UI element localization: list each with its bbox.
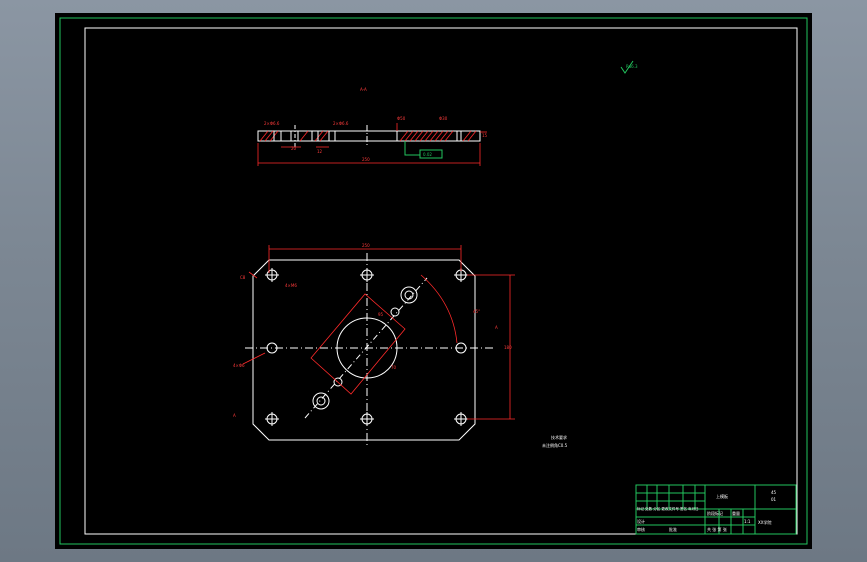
angle-dim: 45° [473, 309, 480, 314]
plan-width-dim: 250 [362, 243, 370, 248]
section-dim-c: Φ50 [397, 116, 406, 121]
tb-sheet: 共 张 第 张 [707, 526, 727, 532]
cad-drawing: Ra6.3 A-A 250 2×Φ6.6 2×Φ6.6 20 12 Φ50 Φ3… [59, 17, 808, 545]
outer-frame [59, 17, 808, 545]
plan-dimensions: 250 180 C8 4×M6 4×Φ6 95 70 45° A A [233, 243, 515, 420]
note-left-mid: 4×Φ6 [233, 363, 245, 368]
tolerance-text: 0.02 [423, 152, 432, 157]
diag-dim-2: 70 [391, 365, 397, 370]
section-hole-note-mid: 2×Φ6.6 [333, 121, 349, 126]
tb-check: 审核 [637, 526, 645, 532]
plan-height-dim: 180 [504, 345, 512, 350]
tb-stage: 阶段标记 [707, 510, 723, 516]
tech-notes-line1: 未注倒角C0.5 [542, 442, 568, 448]
section-hole-note-left: 2×Φ6.6 [264, 121, 280, 126]
tb-drawing-no: 01 [771, 497, 777, 502]
section-dim-b: 12 [317, 149, 323, 154]
section-view: 250 2×Φ6.6 2×Φ6.6 20 12 Φ50 Φ30 15 0.02 [257, 116, 488, 166]
tb-part-name: 上模板 [716, 493, 728, 499]
section-label: A-A [360, 87, 367, 92]
drawing-viewport[interactable]: Ra6.3 A-A 250 2×Φ6.6 2×Φ6.6 20 12 Φ50 Φ3… [55, 13, 812, 549]
tb-design: 设计 [637, 518, 645, 524]
tb-material: 45 [771, 490, 777, 495]
section-length-dim: 250 [362, 157, 370, 162]
plan-view: 250 180 C8 4×M6 4×Φ6 95 70 45° A A [233, 243, 515, 445]
chamfer-note: C8 [240, 275, 246, 280]
roughness-text: Ra6.3 [626, 64, 638, 69]
tb-approve: 批准 [669, 526, 677, 532]
roughness-symbol: Ra6.3 [620, 60, 638, 74]
tb-row-labels: 标记 处数 分区 更改文件号 签名 年月日 [637, 506, 699, 511]
section-dim-e: 15 [482, 133, 488, 138]
inner-frame [84, 27, 798, 535]
section-dim-d: Φ30 [439, 116, 448, 121]
section-dim-a: 20 [291, 146, 297, 151]
tb-company: XX学院 [758, 519, 771, 525]
diag-dim-1: 95 [378, 312, 384, 317]
tb-weight: 重量 [732, 510, 740, 516]
view-label: A [233, 413, 236, 418]
note-left-top: 4×M6 [285, 283, 297, 288]
tb-scale: 1:1 [744, 519, 751, 524]
view-label-2: A [495, 325, 498, 330]
section-hatch [259, 130, 477, 142]
tech-notes-title: 技术要求 [551, 434, 567, 440]
title-block: 上模板 45 01 XX学院 标记 处数 分区 更改文件号 签名 年月日 设计 … [635, 484, 797, 535]
